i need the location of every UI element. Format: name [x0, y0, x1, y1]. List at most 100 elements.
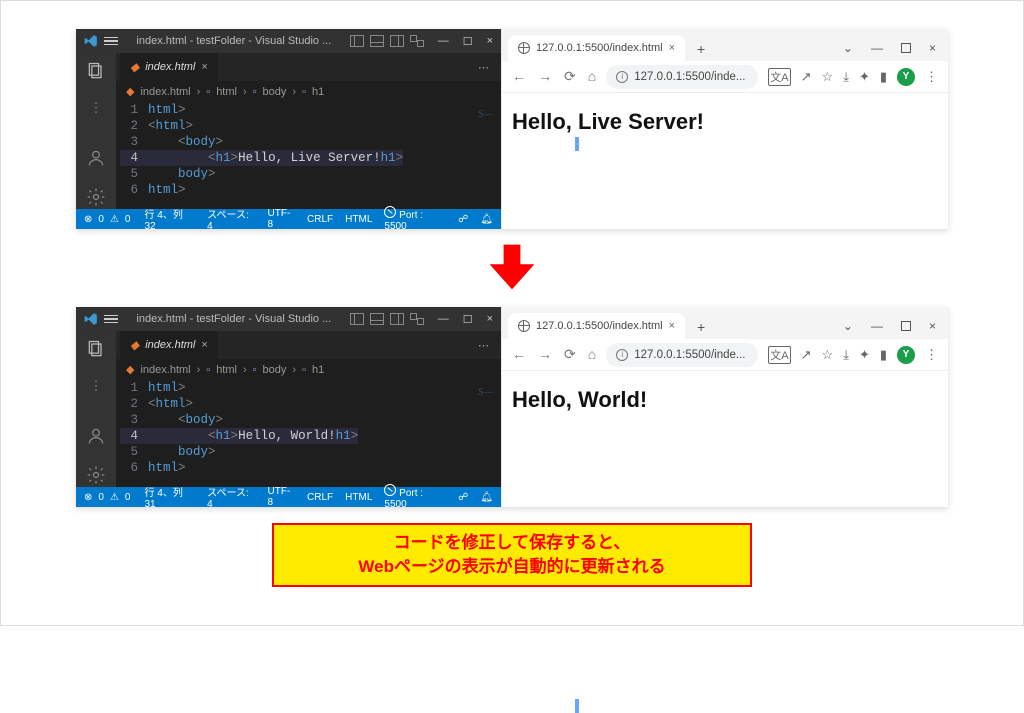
gear-icon[interactable]	[86, 465, 106, 487]
account-icon[interactable]	[86, 148, 106, 171]
lang[interactable]: HTML	[345, 214, 372, 225]
maximize-button[interactable]: ☐	[463, 35, 473, 48]
html-file-icon: ◆	[130, 60, 139, 74]
error-icon[interactable]: ⊗	[84, 492, 92, 503]
layout-bottom-icon[interactable]	[370, 35, 384, 47]
layout-right-icon[interactable]	[390, 35, 404, 47]
code-editor[interactable]: S— 1html>2<html>3 <body>4 <h1>Hello, Wor…	[116, 380, 501, 487]
feedback-icon[interactable]: ☍	[458, 214, 468, 225]
explorer-icon[interactable]	[86, 339, 106, 362]
eol[interactable]: CRLF	[307, 492, 333, 503]
address-bar[interactable]: i127.0.0.1:5500/inde...	[606, 343, 758, 367]
info-icon[interactable]: i	[616, 71, 628, 83]
layout-grid-icon[interactable]	[410, 313, 424, 325]
minimize-button[interactable]: —	[438, 35, 449, 48]
gear-icon[interactable]	[86, 187, 106, 209]
translate-icon[interactable]: 文A	[768, 68, 790, 86]
download-icon[interactable]: ⤓	[843, 69, 849, 85]
editor-tabs: ◆ index.html × ⋯	[116, 53, 501, 81]
layout-bottom-icon[interactable]	[370, 313, 384, 325]
star-icon[interactable]: ☆	[822, 69, 834, 85]
layout-left-icon[interactable]	[350, 35, 364, 47]
indent[interactable]: スペース: 4	[207, 206, 255, 232]
minimize-button[interactable]: —	[438, 313, 449, 326]
tab-index-html[interactable]: ◆ index.html ×	[120, 53, 219, 81]
hamburger-icon[interactable]	[104, 37, 118, 46]
tab-close-icon[interactable]: ×	[201, 339, 207, 351]
statusbar[interactable]: ⊗0⚠0 行 4、列 32 スペース: 4 UTF-8 CRLF HTML Po…	[76, 209, 501, 229]
minimize-button[interactable]: —	[871, 319, 883, 333]
code-editor[interactable]: S— 1html>2<html>3 <body>4 <h1>Hello, Liv…	[116, 102, 501, 209]
editor-more-icon[interactable]: ⋯	[468, 61, 501, 74]
new-tab-button[interactable]: +	[691, 315, 711, 339]
statusbar[interactable]: ⊗0⚠0 行 4、列 31 スペース: 4 UTF-8 CRLF HTML Po…	[76, 487, 501, 507]
info-icon[interactable]: i	[616, 349, 628, 361]
share-icon[interactable]: ↗	[801, 69, 812, 85]
share-icon[interactable]: ↗	[801, 347, 812, 363]
hamburger-icon[interactable]	[104, 315, 118, 324]
warn-icon[interactable]: ⚠	[110, 214, 119, 225]
extension-icon[interactable]: ✦	[859, 347, 870, 363]
vscode-titlebar[interactable]: index.html - testFolder - Visual Studio …	[76, 29, 501, 53]
translate-icon[interactable]: 文A	[768, 346, 790, 364]
tab-close-icon[interactable]: ×	[201, 61, 207, 73]
back-button[interactable]: ←	[512, 68, 526, 85]
layout-grid-icon[interactable]	[410, 35, 424, 47]
close-button[interactable]: ×	[929, 41, 936, 55]
profile-avatar[interactable]: Y	[897, 346, 915, 364]
layout-left-icon[interactable]	[350, 313, 364, 325]
breadcrumb[interactable]: ◆ index.html › ▫html › ▫body › ▫h1	[116, 359, 501, 380]
encoding[interactable]: UTF-8	[268, 486, 295, 508]
menu-icon[interactable]: ⋮	[925, 69, 938, 85]
tab-index-html[interactable]: ◆ index.html ×	[120, 331, 219, 359]
reload-button[interactable]: ⟳	[564, 68, 576, 85]
maximize-button[interactable]	[901, 321, 911, 331]
menu-icon[interactable]: ⋮	[925, 347, 938, 363]
encoding[interactable]: UTF-8	[268, 208, 295, 230]
liveserver-port[interactable]: Port : 5500	[384, 484, 446, 510]
maximize-button[interactable]: ☐	[463, 313, 473, 326]
eol[interactable]: CRLF	[307, 214, 333, 225]
liveserver-port[interactable]: Port : 5500	[384, 206, 446, 232]
layout-right-icon[interactable]	[390, 313, 404, 325]
bell-icon[interactable]: 🔔︎	[480, 214, 493, 225]
home-button[interactable]: ⌂	[588, 346, 596, 363]
close-button[interactable]: ×	[487, 313, 493, 326]
error-icon[interactable]: ⊗	[84, 214, 92, 225]
indent[interactable]: スペース: 4	[207, 484, 255, 510]
account-icon[interactable]	[86, 426, 106, 449]
tab-close-icon[interactable]: ×	[669, 42, 675, 54]
star-icon[interactable]: ☆	[822, 347, 834, 363]
minimize-button[interactable]: —	[871, 41, 883, 55]
extension-icon[interactable]: ✦	[859, 69, 870, 85]
chevron-down-icon[interactable]: ⌄	[843, 319, 853, 333]
browser-tab[interactable]: 127.0.0.1:5500/index.html ×	[508, 313, 685, 339]
feedback-icon[interactable]: ☍	[458, 492, 468, 503]
cursor-pos[interactable]: 行 4、列 31	[144, 484, 195, 510]
close-button[interactable]: ×	[929, 319, 936, 333]
profile-avatar[interactable]: Y	[897, 68, 915, 86]
breadcrumb[interactable]: ◆ index.html › ▫html › ▫body › ▫h1	[116, 81, 501, 102]
bell-icon[interactable]: 🔔︎	[480, 492, 493, 503]
address-bar[interactable]: i127.0.0.1:5500/inde...	[606, 65, 758, 89]
editor-more-icon[interactable]: ⋯	[468, 339, 501, 352]
lang[interactable]: HTML	[345, 492, 372, 503]
forward-button[interactable]: →	[538, 68, 552, 85]
home-button[interactable]: ⌂	[588, 68, 596, 85]
back-button[interactable]: ←	[512, 346, 526, 363]
cursor-pos[interactable]: 行 4、列 32	[144, 206, 195, 232]
download-icon[interactable]: ⤓	[843, 347, 849, 363]
browser-tab[interactable]: 127.0.0.1:5500/index.html ×	[508, 35, 685, 61]
reload-button[interactable]: ⟳	[564, 346, 576, 363]
explorer-icon[interactable]	[86, 61, 106, 84]
forward-button[interactable]: →	[538, 346, 552, 363]
maximize-button[interactable]	[901, 43, 911, 53]
reading-list-icon[interactable]: ▮	[880, 69, 887, 85]
chevron-down-icon[interactable]: ⌄	[843, 41, 853, 55]
close-button[interactable]: ×	[487, 35, 493, 48]
new-tab-button[interactable]: +	[691, 37, 711, 61]
vscode-titlebar[interactable]: index.html - testFolder - Visual Studio …	[76, 307, 501, 331]
warn-icon[interactable]: ⚠	[110, 492, 119, 503]
reading-list-icon[interactable]: ▮	[880, 347, 887, 363]
tab-close-icon[interactable]: ×	[669, 320, 675, 332]
